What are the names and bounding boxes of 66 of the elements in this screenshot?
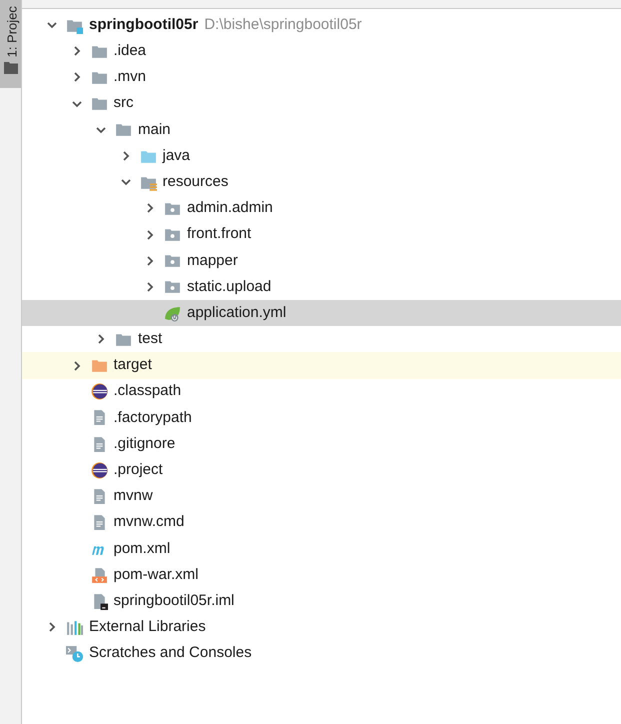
tab-label: 1: Projec <box>2 5 20 60</box>
tree-item-label: .gitignore <box>114 434 176 454</box>
project-tab[interactable]: 1: Projec <box>0 0 21 88</box>
tree-row[interactable]: main <box>22 116 621 143</box>
tree-item-label: java <box>162 146 190 166</box>
tree-item-label: .classpath <box>114 381 182 402</box>
tree-row[interactable]: mapper <box>22 248 621 274</box>
folder-icon <box>90 95 108 112</box>
tree-item-label: application.yml <box>187 302 286 323</box>
tree-row[interactable]: admin.admin <box>22 195 621 222</box>
tree-item-label: mvnw <box>114 486 153 506</box>
leaf-file-icon <box>164 304 181 322</box>
scratches-icon <box>66 645 83 662</box>
package-folder-icon <box>164 278 181 296</box>
tree-row[interactable]: java <box>22 142 621 170</box>
tree-row[interactable]: mvnw <box>22 483 621 510</box>
tree-item-label: src <box>114 93 134 114</box>
tree-item-label: static.upload <box>187 276 272 297</box>
tree-row[interactable]: External Libraries <box>22 614 621 640</box>
tree-row[interactable]: .factorypath <box>22 404 621 431</box>
eclipse-file-icon <box>90 383 108 400</box>
tree-item-label: pom.xml <box>114 538 170 559</box>
tree-item-label: springbootil05r.iml <box>114 590 234 611</box>
tree-row[interactable]: resources <box>22 169 621 196</box>
tree-item-label: pom-war.xml <box>114 564 199 585</box>
tree-item-label: front.front <box>187 224 252 244</box>
tree-row[interactable]: .gitignore <box>22 431 621 458</box>
libraries-icon <box>66 618 83 636</box>
folder-icon <box>90 357 108 374</box>
tree-row[interactable]: target <box>22 352 621 379</box>
tree-row[interactable]: .project <box>22 457 621 484</box>
tree-item-label: target <box>114 355 152 376</box>
tree-item-label: admin.admin <box>187 198 273 218</box>
tree-item-label: test <box>138 329 162 350</box>
tree-item-label: springbootil05r <box>89 14 198 35</box>
tree-row[interactable]: .idea <box>22 38 621 64</box>
tree-item-label: main <box>138 120 171 140</box>
tree-row[interactable]: .classpath <box>22 378 621 405</box>
tree-row[interactable]: front.front <box>22 222 621 248</box>
tree-row[interactable]: test <box>22 326 621 352</box>
tree-row[interactable]: Scratches and Consoles <box>22 640 621 667</box>
tree-item-label: mvnw.cmd <box>114 512 184 532</box>
tree-row[interactable]: pom.xml <box>22 536 621 562</box>
tree-item-label: resources <box>162 172 228 192</box>
folder-icon <box>115 121 132 138</box>
tree-item-label: Scratches and Consoles <box>89 643 252 664</box>
package-folder-icon <box>164 226 181 244</box>
tree-row[interactable]: src <box>22 90 621 117</box>
tree-row[interactable]: mvnw.cmd <box>22 510 621 536</box>
module-path: D:\bishe\springbootil05r <box>204 14 362 35</box>
tree-item-label: External Libraries <box>89 617 206 638</box>
tree-item-label: .factorypath <box>114 408 192 428</box>
tree-row[interactable]: pom-war.xml <box>22 562 621 588</box>
tree-item-label: mapper <box>187 250 238 271</box>
eclipse-file-icon <box>90 462 108 479</box>
tree-row[interactable]: .mvn <box>22 64 621 91</box>
tree-row[interactable]: application.yml <box>22 300 621 326</box>
tree-item-label: .project <box>114 460 163 480</box>
xml-file-icon <box>90 566 108 584</box>
tree-item-label: .mvn <box>114 67 146 88</box>
tree-row[interactable]: springbootil05r.iml <box>22 588 621 614</box>
tree-row[interactable]: static.upload <box>22 274 621 300</box>
folder-icon <box>4 62 18 74</box>
tree-item-label: .idea <box>114 41 146 62</box>
tree-row[interactable]: springbootil05r D:\bishe\springbootil05r <box>22 12 621 38</box>
package-folder-icon <box>164 252 181 270</box>
